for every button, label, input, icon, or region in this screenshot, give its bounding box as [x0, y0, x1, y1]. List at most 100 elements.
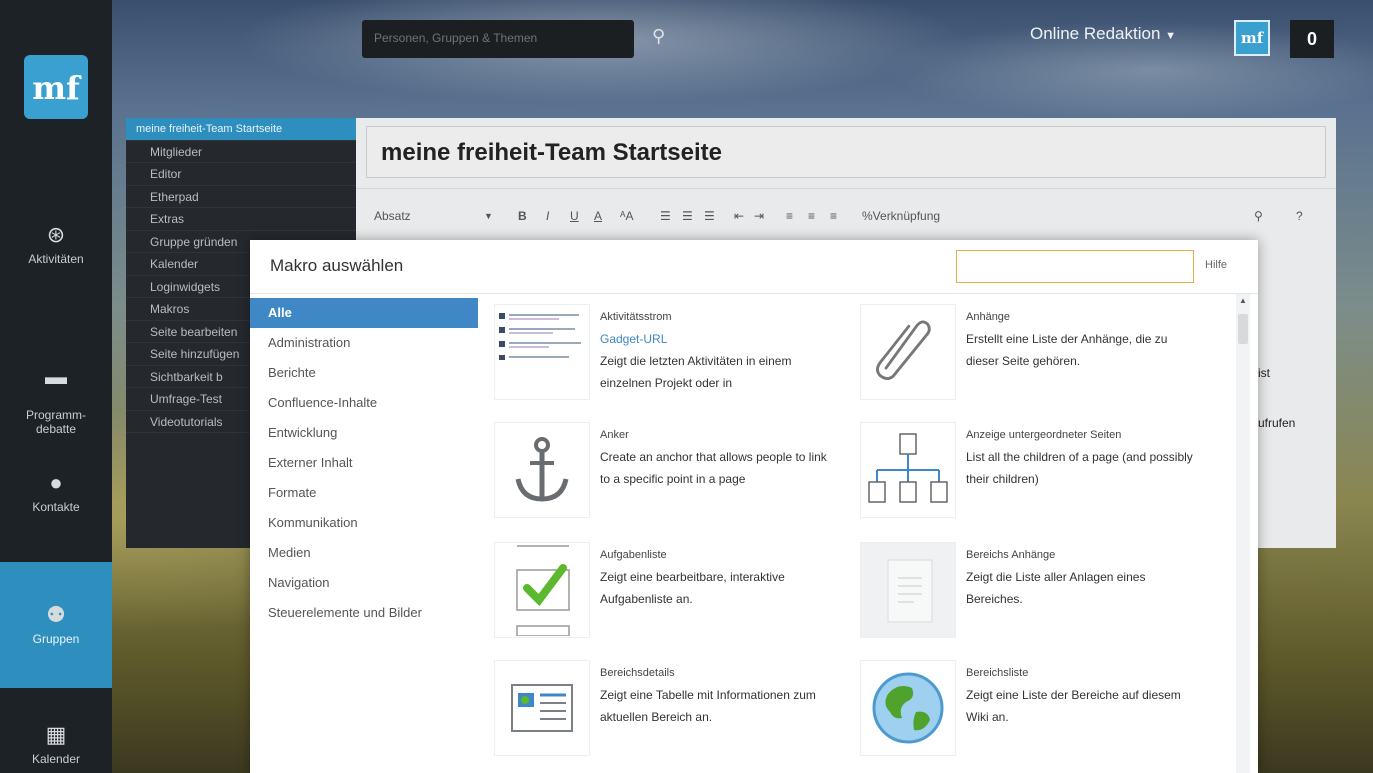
category-item[interactable]: Formate — [250, 478, 478, 508]
global-search-input[interactable]: Personen, Gruppen & Themen — [362, 20, 634, 58]
numbered-list-icon[interactable]: ☰ — [682, 209, 693, 223]
macro-item-anzeige-untergeordneter-seiten[interactable]: Anzeige untergeordneter Seiten List all … — [860, 422, 1200, 537]
macro-name: Bereichs Anhänge — [966, 549, 1056, 561]
groups-icon: ⚉ — [46, 602, 66, 627]
macro-name: Anhänge — [966, 311, 1011, 323]
macro-item-bereichsdetails[interactable]: Bereichsdetails Zeigt eine Tabelle mit I… — [494, 660, 834, 773]
globe-icon — [860, 660, 956, 756]
macro-text: Anker Create an anchor that allows peopl… — [600, 424, 832, 490]
align-left-icon[interactable]: ≡ — [786, 209, 793, 223]
macro-text: Aufgabenliste Zeigt eine bearbeitbare, i… — [600, 544, 832, 610]
macro-description: Zeigt eine Tabelle mit Informationen zum… — [600, 688, 816, 724]
macro-item-anker[interactable]: Anker Create an anchor that allows peopl… — [494, 422, 834, 537]
nav-item-programmdebatte[interactable]: ▬ Programm- debatte — [0, 350, 112, 436]
category-item[interactable]: Kommunikation — [250, 508, 478, 538]
macro-text: Anhänge Erstellt eine Liste der Anhänge,… — [966, 306, 1198, 372]
macro-text: Aktivitätsstrom Gadget-URL Zeigt die let… — [600, 306, 832, 394]
macro-name: Bereichsdetails — [600, 667, 675, 679]
paperclip-icon — [860, 304, 956, 400]
chat-icon: ▬ — [45, 364, 67, 389]
contacts-icon: ● — [49, 470, 63, 495]
find-icon[interactable]: ⚲ — [1254, 209, 1263, 223]
macro-link[interactable]: Gadget-URL — [600, 328, 832, 350]
editor-toolbar: Absatz ▼ B I U A ᴬA ☰ ☰ ☰ ⇤ ⇥ ≡ ≡ ≡ %Ver… — [356, 188, 1336, 238]
macro-description: Create an anchor that allows people to l… — [600, 450, 827, 486]
macro-description: Zeigt die Liste aller Anlagen eines Bere… — [966, 570, 1146, 606]
chevron-down-icon: ▼ — [1165, 30, 1177, 42]
category-item[interactable]: Navigation — [250, 568, 478, 598]
task-list-icon[interactable]: ☰ — [704, 209, 715, 223]
submenu-header[interactable]: meine freiheit-Team Startseite — [126, 118, 356, 141]
nav-label: Aktivitäten — [28, 252, 84, 266]
bullet-list-icon[interactable]: ☰ — [660, 209, 671, 223]
activity-icon: ⊛ — [46, 222, 66, 247]
user-menu[interactable]: Online Redaktion ▼ — [1030, 24, 1176, 44]
macro-list-scrollbar[interactable]: ▲ — [1236, 294, 1250, 773]
chevron-down-icon: ▼ — [484, 211, 493, 221]
link-icon: % — [862, 209, 873, 223]
macro-browser-dialog: Makro auswählen Hilfe Alle Administratio… — [250, 240, 1258, 773]
anchor-icon — [494, 422, 590, 518]
nav-item-gruppen[interactable]: ⚉ Gruppen — [0, 562, 112, 688]
macro-name: Anker — [600, 429, 629, 441]
scroll-up-icon[interactable]: ▲ — [1239, 296, 1247, 305]
indent-icon[interactable]: ⇥ — [754, 209, 764, 223]
editor-body-text: ufrufen — [1258, 416, 1296, 430]
search-icon[interactable]: ⚲ — [652, 26, 665, 47]
notification-count[interactable]: 0 — [1290, 20, 1334, 58]
page-title-input[interactable]: meine freiheit-Team Startseite — [366, 126, 1326, 178]
bold-icon[interactable]: B — [518, 209, 527, 223]
nav-item-kontakte[interactable]: ● Kontakte — [0, 470, 112, 530]
document-icon — [860, 542, 956, 638]
macro-name: Anzeige untergeordneter Seiten — [966, 429, 1122, 441]
activity-stream-icon — [494, 304, 590, 400]
text-color-icon[interactable]: A — [594, 209, 602, 223]
italic-icon[interactable]: I — [546, 209, 549, 223]
page-tree-icon — [860, 422, 956, 518]
macro-item-bereichsliste[interactable]: Bereichsliste Zeigt eine Liste der Berei… — [860, 660, 1200, 773]
outdent-icon[interactable]: ⇤ — [734, 209, 744, 223]
macro-text: Anzeige untergeordneter Seiten List all … — [966, 424, 1198, 490]
submenu-item[interactable]: Mitglieder — [126, 141, 356, 163]
macro-text: Bereichsliste Zeigt eine Liste der Berei… — [966, 662, 1198, 728]
macro-item-aktivitaetsstrom[interactable]: Aktivitätsstrom Gadget-URL Zeigt die let… — [494, 304, 834, 419]
align-center-icon[interactable]: ≡ — [808, 209, 815, 223]
macro-search-input[interactable] — [956, 250, 1194, 283]
scrollbar-thumb[interactable] — [1238, 314, 1248, 344]
category-item[interactable]: Medien — [250, 538, 478, 568]
app-logo[interactable]: mf — [24, 55, 88, 119]
more-formatting-icon[interactable]: ᴬA — [620, 209, 633, 223]
macro-description: List all the children of a page (and pos… — [966, 450, 1193, 486]
nav-label: Gruppen — [32, 632, 80, 646]
macro-item-anhaenge[interactable]: Anhänge Erstellt eine Liste der Anhänge,… — [860, 304, 1200, 419]
avatar[interactable]: mf — [1234, 20, 1270, 56]
help-link[interactable]: Hilfe — [1205, 259, 1227, 271]
dialog-header: Makro auswählen Hilfe — [250, 240, 1258, 294]
nav-label: Kalender — [31, 752, 81, 766]
macro-description: Zeigt eine bearbeitbare, interaktive Auf… — [600, 570, 785, 606]
category-item[interactable]: Externer Inhalt — [250, 448, 478, 478]
dialog-title: Makro auswählen — [270, 256, 404, 275]
link-button[interactable]: %Verknüpfung — [862, 209, 940, 223]
top-bar: Personen, Gruppen & Themen ⚲ Online Reda… — [112, 0, 1373, 110]
category-item[interactable]: Confluence-Inhalte — [250, 388, 478, 418]
format-select[interactable]: Absatz — [374, 209, 411, 223]
checklist-icon — [494, 542, 590, 638]
category-item[interactable]: Administration — [250, 328, 478, 358]
submenu-item[interactable]: Editor — [126, 163, 356, 186]
underline-icon[interactable]: U — [570, 209, 579, 223]
help-button[interactable]: ? — [1296, 209, 1303, 223]
macro-item-bereichs-anhaenge[interactable]: Bereichs Anhänge Zeigt die Liste aller A… — [860, 542, 1200, 657]
nav-item-kalender[interactable]: ▦ Kalender — [0, 722, 112, 773]
submenu-item[interactable]: Etherpad — [126, 186, 356, 208]
category-item[interactable]: Berichte — [250, 358, 478, 388]
category-item[interactable]: Entwicklung — [250, 418, 478, 448]
nav-item-aktivitaeten[interactable]: ⊛ Aktivitäten — [0, 222, 112, 282]
category-item[interactable]: Steuerelemente und Bilder — [250, 598, 478, 628]
category-item-alle[interactable]: Alle — [250, 298, 478, 328]
calendar-icon: ▦ — [45, 722, 67, 747]
editor-body-text: ist — [1258, 366, 1270, 380]
submenu-item[interactable]: Extras — [126, 208, 356, 231]
macro-item-aufgabenliste[interactable]: Aufgabenliste Zeigt eine bearbeitbare, i… — [494, 542, 834, 657]
align-right-icon[interactable]: ≡ — [830, 209, 837, 223]
